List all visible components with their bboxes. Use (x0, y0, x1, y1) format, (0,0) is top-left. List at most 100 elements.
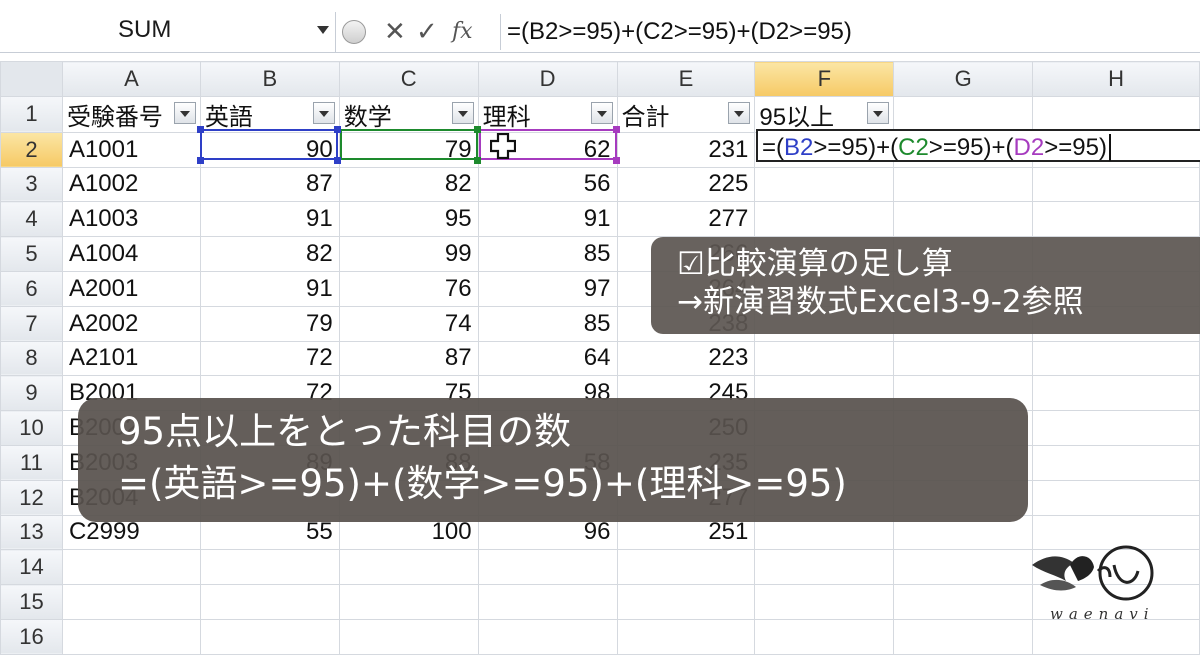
row-header[interactable]: 5 (0, 236, 63, 272)
cell-f1[interactable]: 95以上 (754, 95, 895, 133)
cell-e14[interactable] (616, 549, 756, 586)
cell-d7[interactable]: 85 (477, 305, 618, 342)
cell-f8[interactable] (754, 340, 895, 377)
row-header[interactable]: 3 (0, 166, 63, 203)
cell-e1[interactable]: 合計 (616, 95, 756, 133)
cell-f15[interactable] (754, 584, 895, 620)
cell-h1[interactable] (1032, 95, 1200, 133)
row-header[interactable]: 8 (0, 340, 63, 377)
cell-h11[interactable] (1032, 444, 1200, 481)
cell-b1[interactable]: 英語 (199, 95, 340, 133)
filter-dropdown-icon[interactable] (867, 101, 890, 124)
cell-b15[interactable] (199, 584, 340, 620)
reference-handle[interactable] (334, 126, 341, 133)
cell-c4[interactable]: 95 (338, 201, 479, 238)
cell-c1[interactable]: 数学 (338, 95, 479, 133)
cell-b7[interactable]: 79 (199, 305, 340, 342)
cell-h9[interactable] (1032, 375, 1200, 412)
cell-b8[interactable]: 72 (199, 340, 340, 377)
cell-a3[interactable]: A1002 (61, 166, 201, 203)
cell-b6[interactable]: 91 (199, 270, 340, 307)
cell-d5[interactable]: 85 (477, 236, 618, 272)
row-header[interactable]: 12 (0, 479, 63, 516)
row-header[interactable]: 11 (0, 444, 63, 481)
cell-a7[interactable]: A2002 (61, 305, 201, 342)
row-header[interactable]: 1 (0, 95, 63, 133)
cell-b16[interactable] (199, 618, 340, 655)
reference-handle[interactable] (613, 126, 620, 133)
row-header[interactable]: 6 (0, 270, 63, 307)
row-header[interactable]: 15 (0, 584, 63, 620)
formula-input[interactable]: =(B2>=95)+(C2>=95)+(D2>=95) (500, 14, 852, 50)
cell-b4[interactable]: 91 (199, 201, 340, 238)
column-header-d[interactable]: D (477, 61, 618, 97)
cell-a16[interactable] (61, 618, 201, 655)
cell-h12[interactable] (1032, 479, 1200, 516)
check-icon[interactable]: ✓ (416, 14, 438, 50)
row-header[interactable]: 10 (0, 410, 63, 446)
reference-handle[interactable] (613, 157, 620, 164)
cell-edit-f2[interactable]: =(B2>=95)+(C2>=95)+(D2>=95) (756, 129, 1200, 162)
cell-g14[interactable] (893, 549, 1034, 586)
reference-handle[interactable] (197, 157, 204, 164)
cell-d1[interactable]: 理科 (477, 95, 618, 133)
filter-dropdown-icon[interactable] (728, 101, 751, 124)
cell-a15[interactable] (61, 584, 201, 620)
cell-h4[interactable] (1032, 201, 1200, 238)
cell-a2[interactable]: A1001 (61, 131, 201, 168)
column-header-h[interactable]: H (1032, 61, 1200, 97)
cell-e16[interactable] (616, 618, 756, 655)
cell-c7[interactable]: 74 (338, 305, 479, 342)
row-header[interactable]: 9 (0, 375, 63, 412)
row-header[interactable]: 4 (0, 201, 63, 238)
splitter-icon[interactable] (342, 20, 366, 44)
cell-c16[interactable] (338, 618, 479, 655)
cell-c15[interactable] (338, 584, 479, 620)
filter-dropdown-icon[interactable] (173, 101, 196, 124)
cell-c6[interactable]: 76 (338, 270, 479, 307)
column-header-e[interactable]: E (616, 61, 756, 97)
cell-a1[interactable]: 受験番号 (61, 95, 201, 133)
cell-e2[interactable]: 231 (616, 131, 756, 168)
cell-f16[interactable] (754, 618, 895, 655)
cell-c8[interactable]: 87 (338, 340, 479, 377)
column-header-a[interactable]: A (61, 61, 201, 97)
column-header-g[interactable]: G (893, 61, 1034, 97)
cell-c3[interactable]: 82 (338, 166, 479, 203)
cell-d8[interactable]: 64 (477, 340, 618, 377)
cell-f3[interactable] (754, 166, 895, 203)
cell-g3[interactable] (893, 166, 1034, 203)
reference-handle[interactable] (474, 157, 481, 164)
cell-h10[interactable] (1032, 410, 1200, 446)
row-header[interactable]: 16 (0, 618, 63, 655)
cell-g4[interactable] (893, 201, 1034, 238)
column-header-f[interactable]: F (754, 61, 895, 97)
column-header-b[interactable]: B (199, 61, 340, 97)
select-all-corner[interactable] (0, 61, 63, 97)
row-header[interactable]: 13 (0, 514, 63, 551)
cell-d6[interactable]: 97 (477, 270, 618, 307)
filter-dropdown-icon[interactable] (312, 101, 335, 124)
cell-e4[interactable]: 277 (616, 201, 756, 238)
cell-a8[interactable]: A2101 (61, 340, 201, 377)
cell-b3[interactable]: 87 (199, 166, 340, 203)
cancel-icon[interactable]: ✕ (384, 14, 406, 50)
filter-dropdown-icon[interactable] (451, 101, 474, 124)
cell-g8[interactable] (893, 340, 1034, 377)
chevron-down-icon[interactable] (317, 26, 329, 34)
cell-e3[interactable]: 225 (616, 166, 756, 203)
cell-d4[interactable]: 91 (477, 201, 618, 238)
insert-function-icon[interactable]: fx (452, 14, 473, 50)
reference-handle[interactable] (334, 157, 341, 164)
cell-b5[interactable]: 82 (199, 236, 340, 272)
row-header[interactable]: 14 (0, 549, 63, 586)
cell-d3[interactable]: 56 (477, 166, 618, 203)
cell-a4[interactable]: A1003 (61, 201, 201, 238)
cell-f4[interactable] (754, 201, 895, 238)
reference-handle[interactable] (474, 126, 481, 133)
cell-c14[interactable] (338, 549, 479, 586)
reference-handle[interactable] (197, 126, 204, 133)
cell-e15[interactable] (616, 584, 756, 620)
cell-h3[interactable] (1032, 166, 1200, 203)
cell-d14[interactable] (477, 549, 618, 586)
